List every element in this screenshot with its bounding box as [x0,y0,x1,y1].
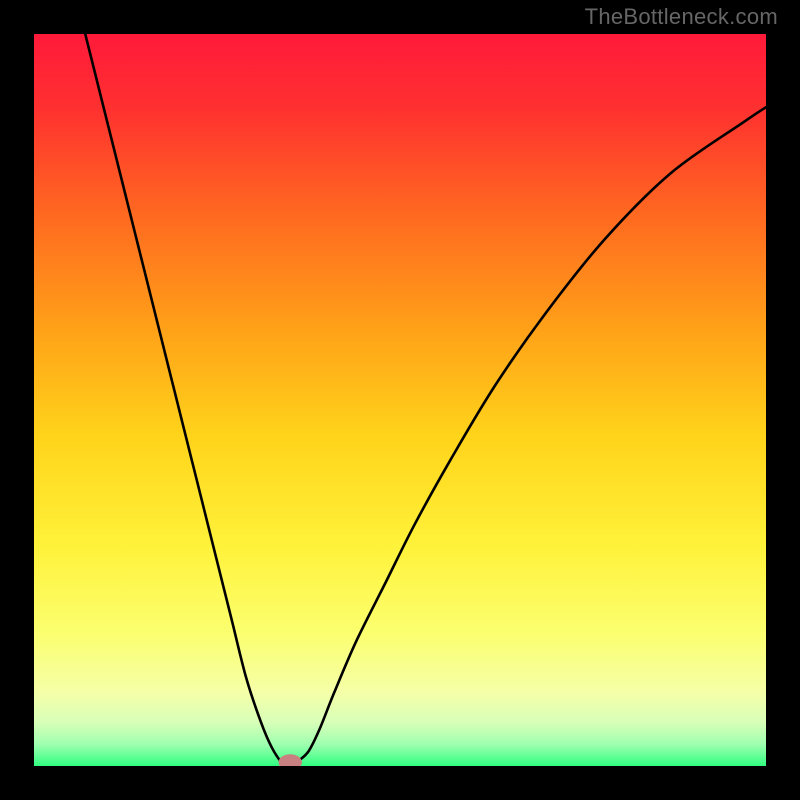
chart-svg [34,34,766,766]
plot-area [34,34,766,766]
chart-frame: TheBottleneck.com [0,0,800,800]
gradient-background [34,34,766,766]
watermark-text: TheBottleneck.com [585,4,778,30]
